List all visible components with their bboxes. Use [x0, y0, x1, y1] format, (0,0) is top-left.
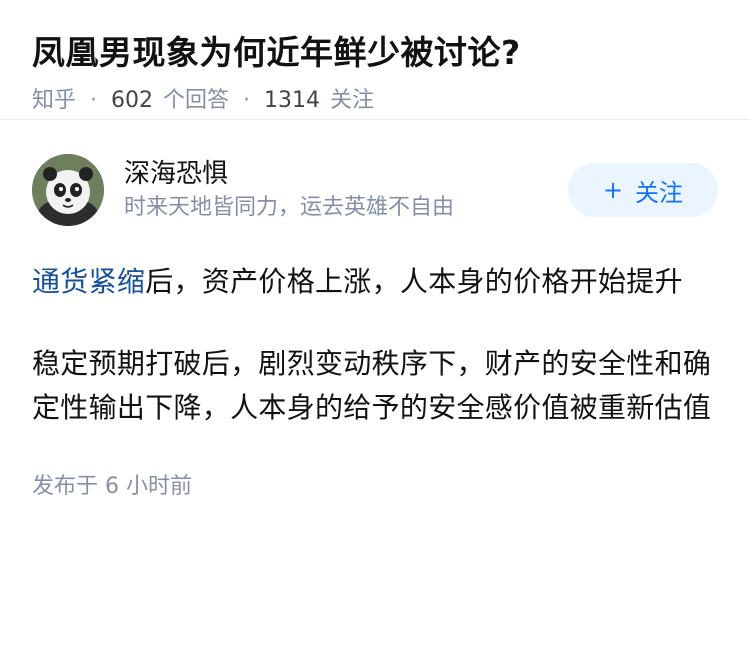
avatar[interactable]: [32, 154, 104, 226]
question-meta: 知乎 · 602 个回答 · 1314 关注: [32, 86, 718, 116]
answer-content: 通货紧缩后，资产价格上涨，人本身的价格开始提升 稳定预期打破后，剧烈变动秩序下，…: [32, 260, 718, 430]
follower-count: 1314: [264, 88, 321, 113]
question-header: 凤凰男现象为何近年鲜少被讨论? 知乎 · 602 个回答 · 1314 关注: [0, 0, 750, 120]
author-info: 深海恐惧 时来天地皆同力，运去英雄不自由: [124, 157, 568, 223]
follower-count-label: 关注: [330, 88, 375, 113]
panda-avatar-icon: [32, 154, 104, 226]
separator-dot: ·: [243, 88, 251, 113]
plus-icon: +: [602, 176, 624, 204]
author-name[interactable]: 深海恐惧: [124, 157, 568, 191]
answer-paragraph: 稳定预期打破后，剧烈变动秩序下，财产的安全性和确定性输出下降，人本身的给予的安全…: [32, 347, 712, 424]
inline-link[interactable]: 通货紧缩: [32, 265, 145, 298]
answer-count-label[interactable]: 个回答: [163, 86, 229, 116]
posted-time: 发布于 6 小时前: [32, 474, 192, 499]
paragraph-text: 后，资产价格上涨，人本身的价格开始提升: [145, 265, 683, 298]
follow-button-label: 关注: [635, 178, 684, 207]
answer-count: 602: [111, 88, 154, 113]
question-title[interactable]: 凤凰男现象为何近年鲜少被讨论?: [32, 30, 718, 76]
answer-card: 深海恐惧 时来天地皆同力，运去英雄不自由 + 关注 通货紧缩后，资产价格上涨，人…: [0, 120, 750, 502]
author-bio: 时来天地皆同力，运去英雄不自由: [124, 195, 455, 220]
answer-paragraph: 通货紧缩后，资产价格上涨，人本身的价格开始提升: [32, 260, 718, 304]
source-label[interactable]: 知乎: [32, 86, 76, 116]
follow-button[interactable]: + 关注: [568, 163, 718, 217]
author-row: 深海恐惧 时来天地皆同力，运去英雄不自由 + 关注: [32, 120, 718, 260]
separator-dot: ·: [90, 88, 98, 113]
